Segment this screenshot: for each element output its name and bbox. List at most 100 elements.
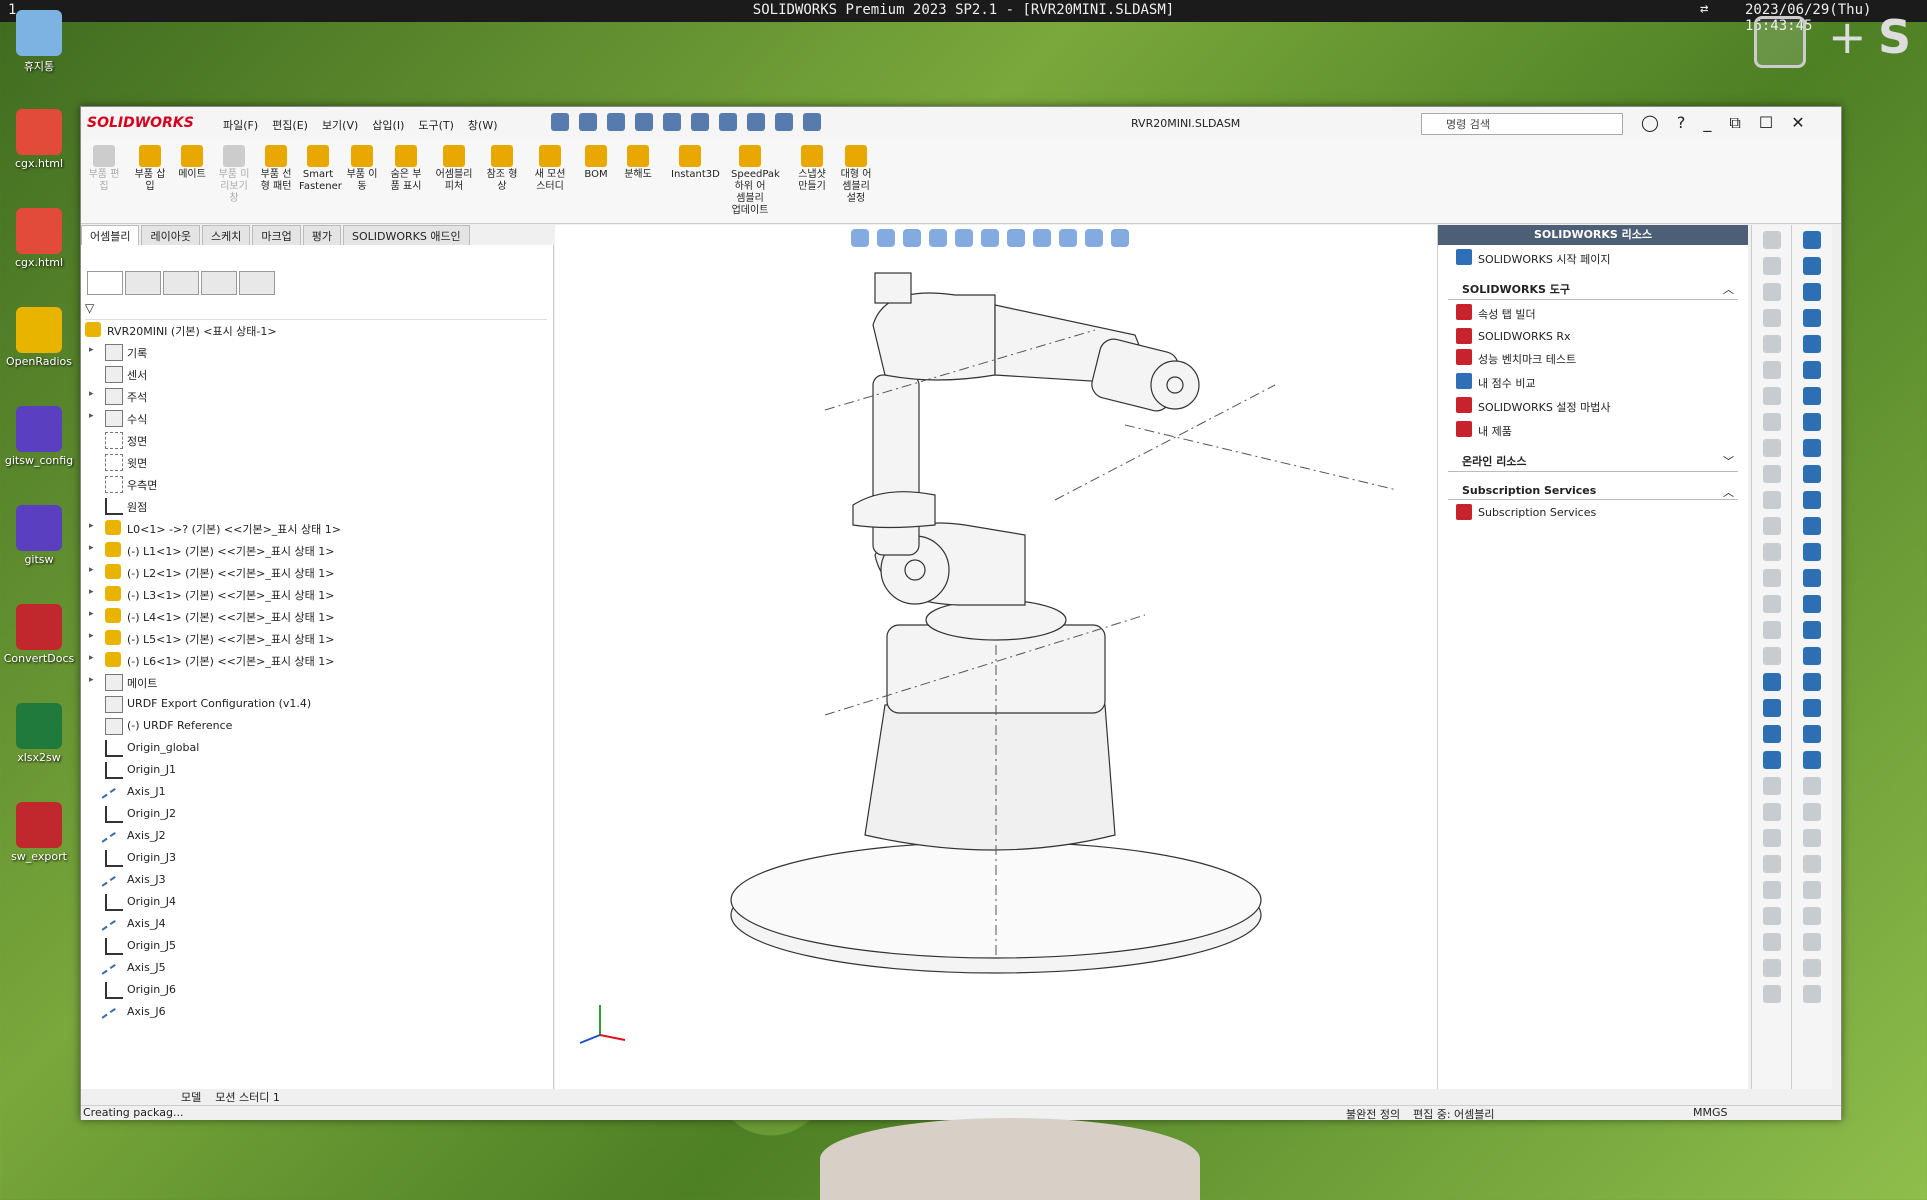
- home-icon[interactable]: [551, 113, 569, 131]
- expand-icon[interactable]: ﹀: [1723, 453, 1734, 469]
- menu-item[interactable]: 삽입(I): [372, 117, 404, 133]
- ribbon-button[interactable]: 부품 편집: [85, 145, 123, 193]
- tool-palette-icon[interactable]: [1763, 673, 1781, 691]
- tool-palette-icon[interactable]: [1803, 725, 1821, 743]
- bottom-tab[interactable]: 모션 스터디 1: [215, 1091, 280, 1104]
- tool-palette-icon[interactable]: [1803, 985, 1821, 1003]
- command-tab[interactable]: 어셈블리: [81, 225, 140, 245]
- ribbon-button[interactable]: 숨은 부품 표시: [387, 145, 425, 193]
- ribbon-button[interactable]: 스냅샷 만들기: [793, 145, 831, 193]
- tool-palette-icon[interactable]: [1803, 335, 1821, 353]
- filter-icon[interactable]: ▽: [85, 301, 94, 315]
- tool-palette-icon[interactable]: [1763, 881, 1781, 899]
- tool-palette-icon[interactable]: [1803, 959, 1821, 977]
- tool-palette-icon[interactable]: [1803, 465, 1821, 483]
- menu-item[interactable]: 창(W): [468, 117, 498, 133]
- menu-item[interactable]: 편집(E): [272, 117, 308, 133]
- resource-tool-link[interactable]: 성능 벤치마크 테스트: [1438, 345, 1748, 369]
- collapse-icon[interactable]: ︿: [1723, 281, 1734, 297]
- tool-palette-icon[interactable]: [1763, 751, 1781, 769]
- tree-item[interactable]: ▸ 주석: [81, 385, 553, 407]
- resource-tool-link[interactable]: 내 제품: [1438, 417, 1748, 441]
- config-tab[interactable]: [163, 271, 199, 295]
- close-icon[interactable]: ✕: [1791, 113, 1804, 133]
- tool-palette-icon[interactable]: [1763, 855, 1781, 873]
- resource-tool-link[interactable]: SOLIDWORKS 설정 마법사: [1438, 393, 1748, 417]
- open-icon[interactable]: [607, 113, 625, 131]
- subscription-link[interactable]: Subscription Services: [1438, 500, 1748, 521]
- tool-palette-icon[interactable]: [1763, 465, 1781, 483]
- status-units[interactable]: MMGS: [1693, 1106, 1728, 1119]
- tool-palette-icon[interactable]: [1763, 543, 1781, 561]
- tool-palette-icon[interactable]: [1803, 803, 1821, 821]
- tree-item[interactable]: 정면: [81, 429, 553, 451]
- resource-tool-link[interactable]: 내 점수 비교: [1438, 369, 1748, 393]
- subs-section-header[interactable]: Subscription Services ︿: [1448, 478, 1738, 500]
- tool-palette-icon[interactable]: [1803, 283, 1821, 301]
- tree-item[interactable]: URDF Export Configuration (v1.4): [81, 693, 553, 715]
- tree-item[interactable]: ▸ 기록: [81, 341, 553, 363]
- tool-palette-icon[interactable]: [1763, 517, 1781, 535]
- desktop-icon[interactable]: sw_export: [0, 802, 78, 863]
- tool-palette-icon[interactable]: [1763, 933, 1781, 951]
- s-logo-icon[interactable]: S: [1878, 10, 1911, 64]
- tree-item[interactable]: ▸ L0<1> ->? (기본) <<기본>_표시 상태 1>: [81, 517, 553, 539]
- tool-palette-icon[interactable]: [1803, 413, 1821, 431]
- tools-section-header[interactable]: SOLIDWORKS 도구 ︿: [1448, 275, 1738, 300]
- tree-item[interactable]: Axis_J1: [81, 781, 553, 812]
- feature-tree-tab[interactable]: [87, 271, 123, 295]
- tile-icon[interactable]: ⧉: [1729, 113, 1740, 133]
- tree-item[interactable]: 원점: [81, 495, 553, 517]
- plus-icon[interactable]: +: [1828, 10, 1867, 64]
- tree-item[interactable]: Origin_J2: [81, 803, 553, 825]
- tool-palette-icon[interactable]: [1803, 257, 1821, 275]
- tree-item[interactable]: ▸ (-) L5<1> (기본) <<기본>_표시 상태 1>: [81, 627, 553, 649]
- desktop-icon[interactable]: xlsx2sw: [0, 703, 78, 764]
- tool-palette-icon[interactable]: [1803, 621, 1821, 639]
- ribbon-button[interactable]: 부품 삽입: [131, 145, 169, 193]
- tree-item[interactable]: RVR20MINI (기본) <표시 상태-1>: [81, 319, 553, 341]
- tool-palette-icon[interactable]: [1803, 673, 1821, 691]
- menu-item[interactable]: 도구(T): [418, 117, 454, 133]
- resource-tool-link[interactable]: SOLIDWORKS Rx: [1438, 324, 1748, 345]
- property-tab[interactable]: [125, 271, 161, 295]
- expand-arrow-icon[interactable]: ▸: [89, 565, 94, 575]
- desktop-icon[interactable]: ConvertDocs: [0, 604, 78, 665]
- tree-item[interactable]: ▸ (-) L4<1> (기본) <<기본>_표시 상태 1>: [81, 605, 553, 627]
- tool-palette-icon[interactable]: [1803, 829, 1821, 847]
- tool-palette-icon[interactable]: [1763, 491, 1781, 509]
- tree-item[interactable]: ▸ 수식: [81, 407, 553, 429]
- tree-item[interactable]: Axis_J5: [81, 957, 553, 988]
- tool-palette-icon[interactable]: [1803, 595, 1821, 613]
- tool-palette-icon[interactable]: [1763, 257, 1781, 275]
- tool-palette-icon[interactable]: [1803, 777, 1821, 795]
- minimize-icon[interactable]: _: [1703, 113, 1711, 133]
- tool-palette-icon[interactable]: [1763, 959, 1781, 977]
- tree-item[interactable]: ▸ (-) L1<1> (기본) <<기본>_표시 상태 1>: [81, 539, 553, 561]
- tool-palette-icon[interactable]: [1803, 491, 1821, 509]
- ribbon-button[interactable]: Instant3D: [671, 145, 720, 181]
- tree-item[interactable]: ▸ (-) L6<1> (기본) <<기본>_표시 상태 1>: [81, 649, 553, 671]
- tree-filter[interactable]: ▽: [85, 301, 547, 320]
- tree-item[interactable]: Axis_J3: [81, 869, 553, 900]
- print-icon[interactable]: [663, 113, 681, 131]
- tree-item[interactable]: 윗면: [81, 451, 553, 473]
- ribbon-button[interactable]: 부품 이동: [343, 145, 381, 193]
- tool-palette-icon[interactable]: [1803, 933, 1821, 951]
- expand-arrow-icon[interactable]: ▸: [89, 389, 94, 399]
- bottom-tab[interactable]: 모델: [181, 1091, 201, 1104]
- menu-item[interactable]: 보기(V): [322, 117, 358, 133]
- tool-palette-icon[interactable]: [1803, 543, 1821, 561]
- ribbon-button[interactable]: Smart Fastener: [299, 145, 342, 193]
- desktop-icon[interactable]: gitsw_config: [0, 406, 78, 467]
- tool-palette-icon[interactable]: [1763, 387, 1781, 405]
- expand-arrow-icon[interactable]: ▸: [89, 653, 94, 663]
- tool-palette-icon[interactable]: [1803, 751, 1821, 769]
- tree-item[interactable]: Origin_J5: [81, 935, 553, 957]
- desktop-icon[interactable]: cgx.html: [0, 109, 78, 170]
- ribbon-button[interactable]: BOM: [577, 145, 615, 181]
- tool-palette-icon[interactable]: [1803, 517, 1821, 535]
- collapse-icon[interactable]: ︿: [1723, 484, 1734, 500]
- file-props-icon[interactable]: [775, 113, 793, 131]
- expand-arrow-icon[interactable]: ▸: [89, 521, 94, 531]
